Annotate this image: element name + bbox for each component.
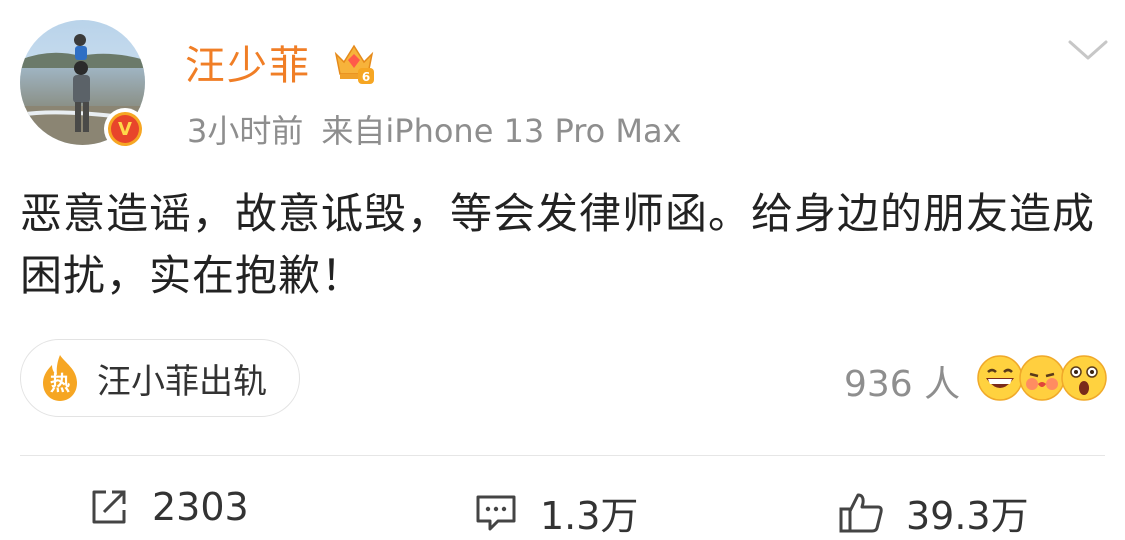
repost-count: 2303 xyxy=(152,485,249,529)
hot-flame-icon: 热 xyxy=(37,353,83,403)
repost-icon xyxy=(92,490,126,524)
surprised-emoji-icon xyxy=(1061,355,1107,401)
comment-icon xyxy=(476,495,516,530)
like-button[interactable]: 39.3万 xyxy=(838,485,1029,540)
post-meta: 3小时前 来自iPhone 13 Pro Max xyxy=(187,106,682,152)
like-count: 39.3万 xyxy=(906,494,1029,538)
post-text: 恶意造谣，故意诋毁，等会发律师函。给身边的朋友造成困扰，实在抱歉！ xyxy=(20,189,1096,300)
vip-level: 6 xyxy=(362,70,370,84)
comment-button[interactable]: 1.3万 xyxy=(474,485,638,540)
username[interactable]: 汪少菲 xyxy=(185,33,311,91)
post-time: 3小时前 xyxy=(187,112,304,150)
chevron-down-icon[interactable] xyxy=(1066,36,1110,64)
hot-topic-label: 汪小菲出轨 xyxy=(97,361,267,402)
comment-count: 1.3万 xyxy=(540,494,639,538)
hot-topic-tag[interactable]: 热 汪小菲出轨 xyxy=(20,339,300,417)
repost-button[interactable]: 2303 xyxy=(88,485,249,529)
hot-badge-text: 热 xyxy=(50,371,70,395)
grin-emoji-icon xyxy=(977,355,1023,401)
reaction-count[interactable]: 936 人 xyxy=(844,355,960,407)
thumbs-up-icon xyxy=(839,493,883,532)
verified-badge-icon: V xyxy=(104,108,146,150)
vip-crown-icon[interactable]: 6 xyxy=(330,38,378,86)
post-source: 来自iPhone 13 Pro Max xyxy=(321,112,682,150)
divider xyxy=(20,455,1105,456)
kiss-emoji-icon xyxy=(1019,355,1065,401)
